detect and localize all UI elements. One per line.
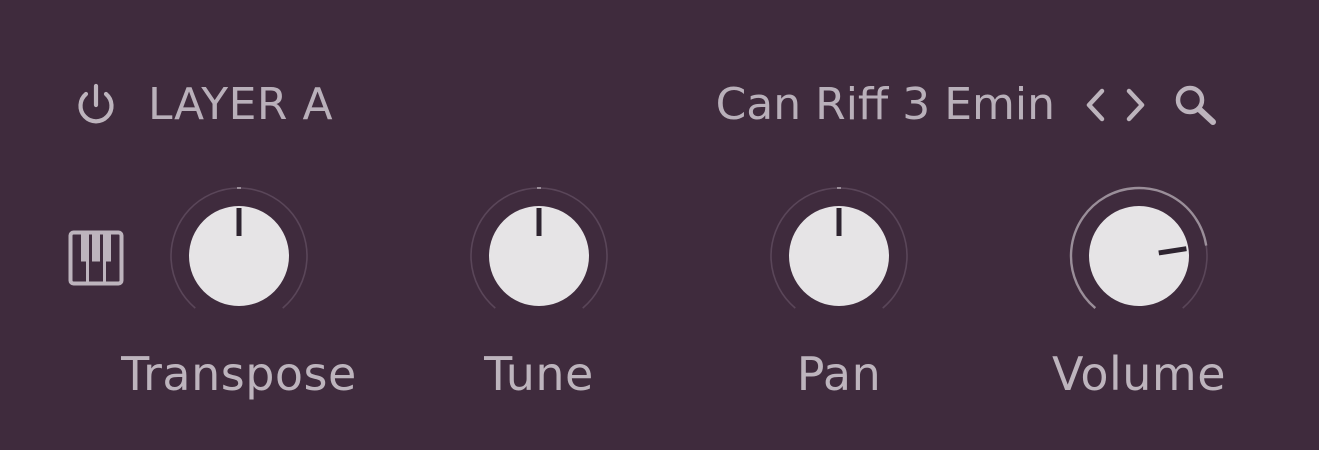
- piano-keyboard-button[interactable]: [68, 230, 124, 286]
- transpose-label: Transpose: [121, 347, 357, 401]
- tune-knob-graphic: [470, 187, 608, 309]
- search-icon: [1175, 85, 1216, 125]
- transpose-knob-graphic: [170, 187, 308, 309]
- volume-knob[interactable]: [1069, 186, 1209, 326]
- tune-label: Tune: [484, 347, 594, 401]
- preset-name[interactable]: Can Riff 3 Emin: [716, 80, 1055, 130]
- search-button[interactable]: [1168, 81, 1232, 129]
- transpose-knob[interactable]: [169, 186, 309, 326]
- pan-knob-graphic: [770, 187, 908, 309]
- transpose-control: Transpose: [119, 186, 359, 406]
- tune-knob[interactable]: [469, 186, 609, 326]
- volume-knob-graphic: [1069, 186, 1208, 310]
- pan-label: Pan: [796, 347, 882, 401]
- volume-control: Volume: [1019, 186, 1259, 406]
- previous-preset-button[interactable]: [1077, 81, 1113, 129]
- layer-header: LAYER A Can Riff 3 Emin: [0, 70, 1319, 140]
- piano-keys-icon: [68, 230, 124, 286]
- tune-control: Tune: [419, 186, 659, 406]
- next-preset-button[interactable]: [1118, 81, 1154, 129]
- layer-panel: LAYER A Can Riff 3 Emin Transpose Tune P…: [0, 0, 1319, 450]
- chevron-right-icon: [1126, 88, 1145, 122]
- power-icon: [78, 83, 114, 124]
- volume-label: Volume: [1051, 347, 1227, 401]
- pan-control: Pan: [719, 186, 959, 406]
- volume-knob-face: [1089, 206, 1189, 306]
- chevron-left-icon: [1086, 88, 1105, 122]
- pan-knob[interactable]: [769, 186, 909, 326]
- layer-title: LAYER A: [148, 79, 334, 130]
- power-button[interactable]: [70, 79, 122, 131]
